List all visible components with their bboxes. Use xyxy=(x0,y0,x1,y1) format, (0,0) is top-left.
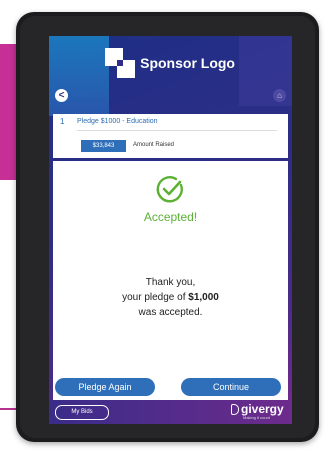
sponsor-logo-icon xyxy=(105,48,135,78)
home-icon[interactable]: ⌂ xyxy=(273,89,286,102)
givergy-logo-icon xyxy=(231,404,239,415)
sponsor-logo: Sponsor Logo xyxy=(105,48,235,78)
decorative-shape xyxy=(49,36,109,116)
sponsor-logo-text: Sponsor Logo xyxy=(140,55,235,71)
amount-raised-label: Amount Raised xyxy=(133,142,175,148)
tablet-screen: Sponsor Logo < ⌂ 1 Pledge $1000 - Educat… xyxy=(49,36,292,424)
status-text: Accepted! xyxy=(143,210,198,224)
pledge-number: 1 xyxy=(60,117,65,126)
checkmark-circle-icon xyxy=(156,176,183,203)
pledge-amount: $1,000 xyxy=(188,292,219,303)
message-line-2-prefix: your pledge of xyxy=(122,292,189,303)
givergy-logo: givergy Making it count xyxy=(231,402,291,422)
pledge-again-button[interactable]: Pledge Again xyxy=(55,378,155,396)
brand-tagline: Making it count xyxy=(243,415,270,420)
my-bids-button[interactable]: My Bids xyxy=(55,405,109,420)
continue-button[interactable]: Continue xyxy=(181,378,281,396)
pledge-summary-card: 1 Pledge $1000 - Education $33,843 Amoun… xyxy=(53,114,288,158)
message-line-3: was accepted. xyxy=(138,307,203,318)
pledge-title: Pledge $1000 - Education xyxy=(77,118,158,125)
amount-raised-value: $33,843 xyxy=(81,140,126,152)
message-line-1: Thank you, xyxy=(145,277,196,288)
divider xyxy=(77,130,277,131)
confirmation-message: Thank you, your pledge of $1,000 was acc… xyxy=(53,275,288,320)
message-line-2: your pledge of $1,000 xyxy=(53,290,288,305)
confirmation-card: Accepted! Thank you, your pledge of $1,0… xyxy=(53,161,288,401)
chevron-left-icon[interactable]: < xyxy=(55,89,68,102)
brand-name: givergy xyxy=(241,402,284,416)
